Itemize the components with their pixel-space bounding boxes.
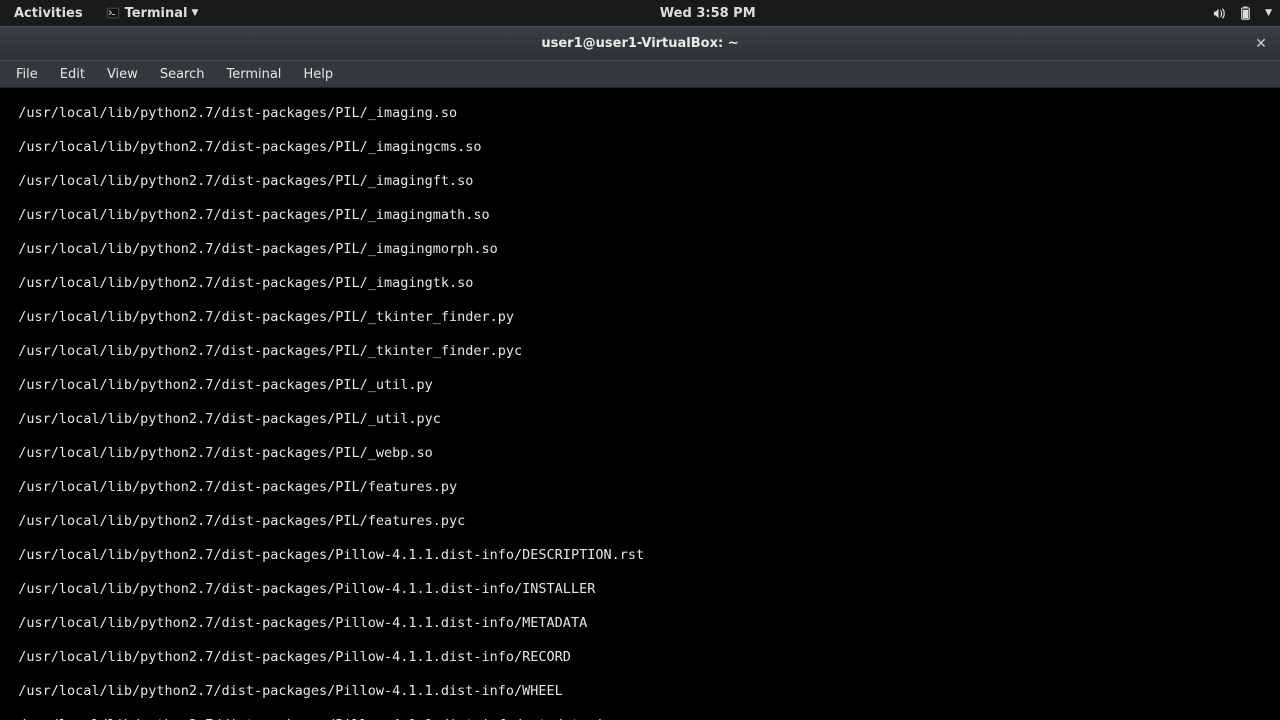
output-line: /usr/local/lib/python2.7/dist-packages/P…	[2, 343, 1278, 360]
menu-file[interactable]: File	[6, 64, 48, 85]
menu-terminal[interactable]: Terminal	[216, 64, 291, 85]
menu-edit[interactable]: Edit	[50, 64, 95, 85]
output-line: /usr/local/lib/python2.7/dist-packages/P…	[2, 411, 1278, 428]
output-line: /usr/local/lib/python2.7/dist-packages/P…	[2, 649, 1278, 666]
output-line: /usr/local/lib/python2.7/dist-packages/P…	[2, 547, 1278, 564]
output-line: /usr/local/lib/python2.7/dist-packages/P…	[2, 581, 1278, 598]
close-icon: ✕	[1255, 36, 1267, 52]
battery-icon[interactable]	[1237, 5, 1253, 21]
output-line: /usr/local/lib/python2.7/dist-packages/P…	[2, 173, 1278, 190]
activities-button[interactable]: Activities	[8, 6, 89, 21]
output-line: /usr/local/lib/python2.7/dist-packages/P…	[2, 479, 1278, 496]
system-menu-chevron-icon[interactable]: ▼	[1265, 8, 1272, 18]
output-line: /usr/local/lib/python2.7/dist-packages/P…	[2, 207, 1278, 224]
output-line: /usr/local/lib/python2.7/dist-packages/P…	[2, 513, 1278, 530]
output-line: /usr/local/lib/python2.7/dist-packages/P…	[2, 275, 1278, 292]
output-line: /usr/local/lib/python2.7/dist-packages/P…	[2, 615, 1278, 632]
output-line: /usr/local/lib/python2.7/dist-packages/P…	[2, 377, 1278, 394]
output-line: /usr/local/lib/python2.7/dist-packages/P…	[2, 241, 1278, 258]
gnome-top-bar: Activities Terminal ▼ Wed 3:58 PM ▼	[0, 0, 1280, 26]
menu-view[interactable]: View	[97, 64, 148, 85]
window-title: user1@user1-VirtualBox: ~	[541, 36, 738, 51]
window-titlebar[interactable]: user1@user1-VirtualBox: ~ ✕	[0, 26, 1280, 60]
terminal-viewport[interactable]: /usr/local/lib/python2.7/dist-packages/P…	[0, 88, 1280, 720]
app-menu-button[interactable]: Terminal ▼	[99, 5, 205, 21]
output-line: /usr/local/lib/python2.7/dist-packages/P…	[2, 309, 1278, 326]
menu-help[interactable]: Help	[293, 64, 343, 85]
menubar: File Edit View Search Terminal Help	[0, 60, 1280, 88]
output-line: /usr/local/lib/python2.7/dist-packages/P…	[2, 445, 1278, 462]
output-line: /usr/local/lib/python2.7/dist-packages/P…	[2, 105, 1278, 122]
output-line: /usr/local/lib/python2.7/dist-packages/P…	[2, 139, 1278, 156]
terminal-icon	[105, 5, 121, 21]
output-line: /usr/local/lib/python2.7/dist-packages/P…	[2, 683, 1278, 700]
clock[interactable]: Wed 3:58 PM	[660, 6, 756, 21]
volume-icon[interactable]	[1211, 5, 1227, 21]
terminal-window: user1@user1-VirtualBox: ~ ✕ File Edit Vi…	[0, 26, 1280, 720]
app-menu-label: Terminal	[125, 6, 188, 21]
chevron-down-icon: ▼	[191, 8, 198, 18]
close-button[interactable]: ✕	[1252, 35, 1270, 53]
menu-search[interactable]: Search	[150, 64, 215, 85]
